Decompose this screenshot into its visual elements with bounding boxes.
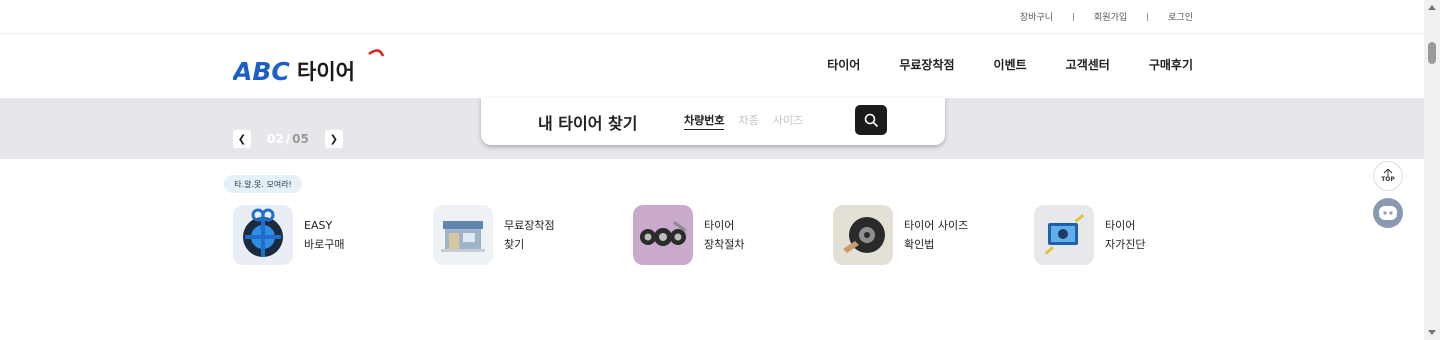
tire-search-box: 내 타이어 찾기 차량번호 차종 사이즈 xyxy=(481,97,945,145)
scrollbar-thumb[interactable] xyxy=(1428,42,1436,64)
shop-icon xyxy=(433,205,493,265)
search-title: 내 타이어 찾기 xyxy=(538,114,638,133)
tire-size-icon xyxy=(833,205,893,265)
main-nav: 타이어 무료장착점 이벤트 고객센터 구매후기 xyxy=(827,56,1193,73)
divider xyxy=(1147,12,1149,21)
quick-item-line2: 확인법 xyxy=(904,238,935,251)
utility-bar: 장바구니 회원가입 로그인 xyxy=(0,0,1424,34)
search-tabs: 차량번호 차종 사이즈 xyxy=(684,112,803,130)
nav-item-event[interactable]: 이벤트 xyxy=(994,56,1027,73)
tire-gift-icon xyxy=(233,205,293,265)
quick-item-line1: 타이어 사이즈 xyxy=(904,219,969,232)
chatbot-button[interactable] xyxy=(1373,198,1403,228)
svg-text:타이어: 타이어 xyxy=(297,60,355,84)
tag-pill: 타.알.못. 모여라! xyxy=(224,175,302,193)
search-icon xyxy=(864,113,878,127)
nav-item-tire[interactable]: 타이어 xyxy=(827,56,860,73)
quick-item-line1: 무료장착점 xyxy=(504,219,555,232)
self-diagnosis-icon xyxy=(1034,205,1094,265)
tire-mounting-icon xyxy=(633,205,693,265)
nav-item-free-install[interactable]: 무료장착점 xyxy=(899,56,954,73)
tab-car-model[interactable]: 차종 xyxy=(738,112,758,130)
divider xyxy=(1073,12,1075,21)
tab-plate-number[interactable]: 차량번호 xyxy=(684,112,725,130)
chevron-left-icon[interactable]: ❮ xyxy=(233,130,251,148)
quick-item-line1: EASY xyxy=(304,219,333,232)
quick-item-line2: 장착절차 xyxy=(704,238,745,251)
quick-item-easy-buy[interactable]: EASY 바로구매 xyxy=(233,205,344,265)
abc-tire-logo[interactable]: ABC 타이어 xyxy=(231,46,393,86)
nav-item-reviews[interactable]: 구매후기 xyxy=(1149,56,1193,73)
quick-item-free-install[interactable]: 무료장착점 찾기 xyxy=(433,205,555,265)
nav-item-customer-center[interactable]: 고객센터 xyxy=(1066,56,1110,73)
quick-item-line1: 타이어 xyxy=(704,219,735,232)
scroll-down-arrow[interactable] xyxy=(1428,330,1436,335)
quick-item-line1: 타이어 xyxy=(1105,219,1136,232)
pager-total: 05 xyxy=(292,132,309,146)
banner-pager: ❮ 02 / 05 ❯ xyxy=(233,130,343,148)
quick-item-line2: 자가진단 xyxy=(1105,238,1146,251)
scroll-top-button[interactable]: TOP xyxy=(1373,161,1403,191)
cart-link[interactable]: 장바구니 xyxy=(1020,10,1053,23)
scroll-up-arrow[interactable] xyxy=(1428,5,1436,10)
quick-item-install-process[interactable]: 타이어 장착절차 xyxy=(633,205,744,265)
page-scrollbar[interactable] xyxy=(1424,0,1440,340)
header: ABC 타이어 타이어 무료장착점 이벤트 고객센터 구매후기 xyxy=(0,34,1424,98)
chatbot-icon xyxy=(1379,206,1397,220)
search-button[interactable] xyxy=(855,105,887,135)
pager-separator: / xyxy=(285,132,291,146)
quick-item-size-check[interactable]: 타이어 사이즈 확인법 xyxy=(833,205,968,265)
signup-link[interactable]: 회원가입 xyxy=(1094,10,1127,23)
quick-item-line2: 찾기 xyxy=(504,238,525,251)
pager-current: 02 xyxy=(267,132,284,146)
page: 장바구니 회원가입 로그인 ABC 타이어 타이어 무료장착점 이벤트 고객센터… xyxy=(0,0,1440,340)
chevron-right-icon[interactable]: ❯ xyxy=(324,130,343,148)
top-label: TOP xyxy=(1381,176,1395,183)
tab-size[interactable]: 사이즈 xyxy=(773,112,803,130)
login-link[interactable]: 로그인 xyxy=(1168,10,1193,23)
quick-item-line2: 바로구매 xyxy=(304,238,345,251)
svg-text:ABC: ABC xyxy=(233,57,290,86)
quick-item-self-diagnosis[interactable]: 타이어 자가진단 xyxy=(1034,205,1145,265)
